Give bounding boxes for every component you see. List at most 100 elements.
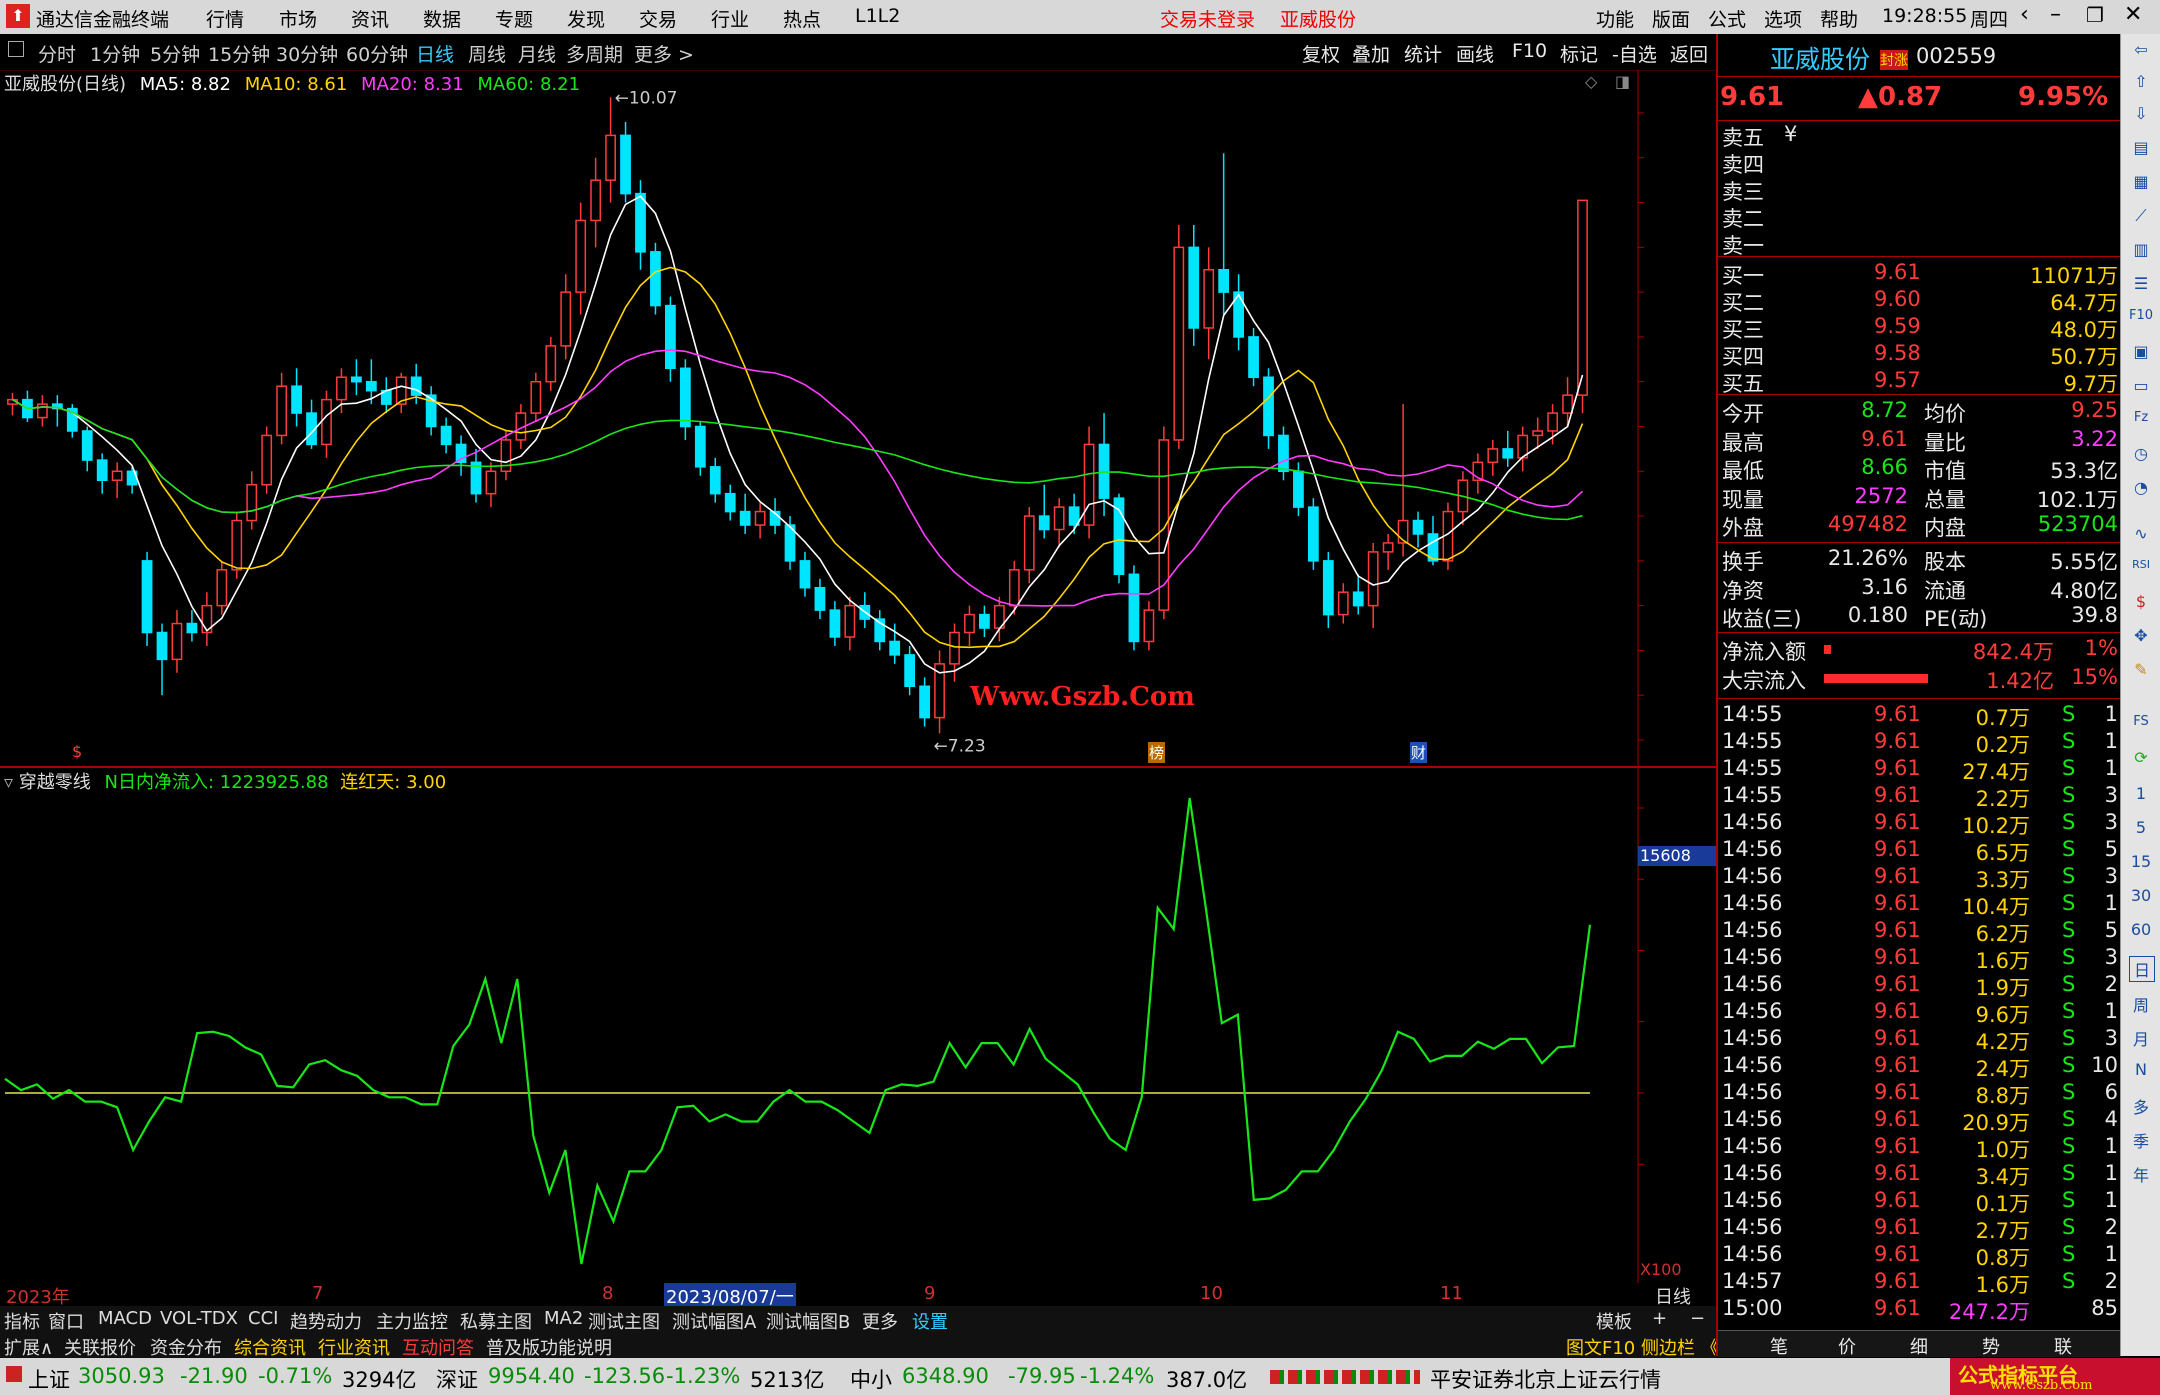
candle-down[interactable] xyxy=(81,430,93,461)
tool-fuquan[interactable]: 复权 xyxy=(1302,40,1340,67)
ext-tab-right[interactable]: 图文F10 侧边栏 《 xyxy=(1566,1334,1719,1360)
candle-up[interactable] xyxy=(500,439,512,473)
candle-down[interactable] xyxy=(96,459,108,481)
candle-down[interactable] xyxy=(919,685,930,719)
market-icon[interactable] xyxy=(6,1366,22,1382)
ext-tab-hangye[interactable]: 行业资讯 xyxy=(318,1334,390,1360)
period-monthly[interactable]: 月线 xyxy=(518,40,556,67)
candle-up[interactable] xyxy=(605,134,616,181)
candle-up[interactable] xyxy=(1367,551,1379,607)
tool-huaxian[interactable]: 画线 xyxy=(1456,40,1494,67)
grid-icon[interactable]: ▦ xyxy=(2129,172,2153,196)
tab-ceshi-futu-b[interactable]: 测试幅图B xyxy=(766,1308,850,1334)
index-sh-name[interactable]: 上证 xyxy=(28,1364,70,1394)
candle-down[interactable] xyxy=(814,586,826,611)
candle-down[interactable] xyxy=(186,622,198,634)
candle-up[interactable] xyxy=(1203,269,1215,329)
marker-cai[interactable]: 财 xyxy=(1410,742,1428,763)
candle-down[interactable] xyxy=(1293,470,1304,508)
candle-up[interactable] xyxy=(530,380,542,414)
candle-up[interactable] xyxy=(1143,609,1155,643)
marker-s[interactable]: $ xyxy=(72,742,82,761)
period-multi[interactable]: 多周期 xyxy=(566,40,623,67)
candle-up[interactable] xyxy=(276,385,288,437)
ext-tab-zonghe[interactable]: 综合资讯 xyxy=(234,1334,306,1360)
candle-up[interactable] xyxy=(1083,443,1095,526)
candle-up[interactable] xyxy=(1053,506,1065,531)
back-arrow-icon[interactable]: ‹ xyxy=(2020,2,2029,27)
candle-up[interactable] xyxy=(754,510,766,526)
candle-up[interactable] xyxy=(1487,448,1499,464)
side-period-15[interactable]: 15 xyxy=(2129,852,2153,876)
candle-up[interactable] xyxy=(111,470,123,481)
candle-down[interactable] xyxy=(141,560,153,634)
candle-down[interactable] xyxy=(1188,246,1200,329)
candle-down[interactable] xyxy=(829,609,841,638)
f10-icon[interactable]: F10 xyxy=(2129,308,2153,332)
tab-ceshi-futu-a[interactable]: 测试幅图A xyxy=(672,1308,756,1334)
menu-bangzhu[interactable]: 帮助 xyxy=(1820,5,1858,32)
menu-l1l2[interactable]: L1L2 xyxy=(855,5,900,27)
candle-up[interactable] xyxy=(336,376,347,401)
candle-down[interactable] xyxy=(1128,573,1140,643)
side-period-60[interactable]: 60 xyxy=(2129,920,2153,944)
tool-tongji[interactable]: 统计 xyxy=(1404,40,1442,67)
tab-simu[interactable]: 私募主图 xyxy=(460,1308,532,1334)
fz-icon[interactable]: Fz xyxy=(2129,410,2153,434)
trend-icon[interactable]: ⟋ xyxy=(2129,206,2153,230)
candle-down[interactable] xyxy=(904,654,916,688)
qtab-bi[interactable]: 笔 xyxy=(1770,1333,1788,1359)
candle-down[interactable] xyxy=(470,461,482,495)
menu-banmian[interactable]: 版面 xyxy=(1652,5,1690,32)
ext-tab-hudong[interactable]: 互动问答 xyxy=(402,1334,474,1360)
arrow-up-icon[interactable]: ⇧ xyxy=(2129,72,2153,96)
candle-down[interactable] xyxy=(1278,434,1289,473)
candle-up[interactable] xyxy=(321,398,332,446)
fs-icon[interactable]: FS xyxy=(2129,714,2153,738)
side-period-week[interactable]: 周 xyxy=(2129,992,2153,1016)
candle-down[interactable] xyxy=(365,380,377,392)
candle-down[interactable] xyxy=(709,466,721,495)
candle-down[interactable] xyxy=(291,385,302,414)
indicator-collapse-icon[interactable]: ▿ xyxy=(4,772,13,793)
arrow-left-icon[interactable]: ⇦ xyxy=(2129,40,2153,64)
candle-down[interactable] xyxy=(724,492,736,513)
candle-down[interactable] xyxy=(1068,506,1080,526)
netflow-line[interactable] xyxy=(4,797,1592,1265)
candle-down[interactable] xyxy=(739,510,751,526)
candle-down[interactable] xyxy=(1218,269,1230,293)
candle-up[interactable] xyxy=(246,483,258,522)
candle-down[interactable] xyxy=(1412,519,1424,535)
candle-down[interactable] xyxy=(635,192,646,253)
move-icon[interactable]: ✥ xyxy=(2129,626,2153,650)
tab-vol-tdx[interactable]: VOL-TDX xyxy=(160,1308,238,1329)
menu-shichang[interactable]: 市场 xyxy=(279,5,317,32)
candle-up[interactable] xyxy=(1577,199,1588,396)
candle-up[interactable] xyxy=(1023,515,1035,571)
index-zx-name[interactable]: 中小 xyxy=(850,1364,892,1394)
candle-up[interactable] xyxy=(964,613,975,634)
period-weekly[interactable]: 周线 xyxy=(468,40,506,67)
indicator-pane[interactable]: 20000 15000 10000 5000 0 -5000 ▿ 穿越零线 N日内净流入:… xyxy=(0,768,1716,1283)
candle-up[interactable] xyxy=(1547,412,1559,432)
menu-zhuanti[interactable]: 专题 xyxy=(495,5,533,32)
candle-up[interactable] xyxy=(171,622,183,661)
candle-up[interactable] xyxy=(231,519,243,571)
arrow-down-icon[interactable]: ⇩ xyxy=(2129,104,2153,128)
tab-shezhi[interactable]: 设置 xyxy=(912,1308,948,1334)
candle-up[interactable] xyxy=(261,434,273,486)
side-period-n[interactable]: N xyxy=(2129,1060,2153,1084)
pane-toggle-icon[interactable]: ◨ xyxy=(1615,72,1630,91)
candle-up[interactable] xyxy=(575,219,587,293)
minimize-icon[interactable]: – xyxy=(2050,2,2061,27)
tab-zhibiao[interactable]: 指标 xyxy=(4,1308,40,1334)
kline-chart[interactable]: ←10.07 ←7.23 10.00 9.80 9.60 9.40 9.20 9.00 8.8… xyxy=(0,70,1716,766)
close-icon[interactable]: ✕ xyxy=(2124,2,2142,27)
candle-down[interactable] xyxy=(665,304,676,370)
candle-down[interactable] xyxy=(351,376,362,383)
period-15min[interactable]: 15分钟 xyxy=(208,40,270,67)
refresh-icon[interactable]: ⟳ xyxy=(2129,748,2153,772)
candle-up[interactable] xyxy=(36,403,48,419)
trade-login-notice[interactable]: 交易未登录 xyxy=(1160,5,1255,32)
ext-tab-zijin[interactable]: 资金分布 xyxy=(150,1334,222,1360)
